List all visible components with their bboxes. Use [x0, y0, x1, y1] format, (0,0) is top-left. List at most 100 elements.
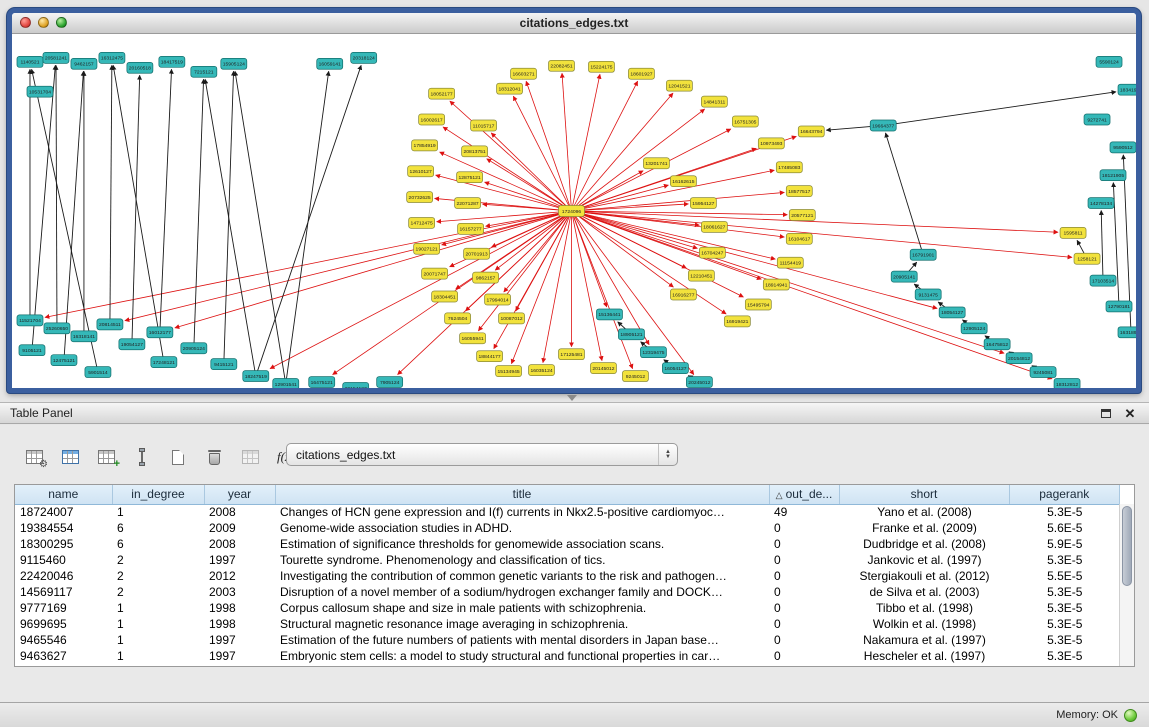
graph-node[interactable]: 20318124	[351, 52, 377, 63]
graph-node[interactable]: 16002617	[419, 114, 445, 125]
graph-node[interactable]: 11015717	[471, 120, 497, 131]
close-panel-button[interactable]: ✕	[1121, 405, 1139, 421]
table-cell[interactable]: 1997	[204, 648, 275, 664]
graph-node[interactable]: 19054127	[119, 339, 145, 350]
graph-edge[interactable]	[110, 65, 112, 324]
table-cell[interactable]: Estimation of significance thresholds fo…	[275, 536, 769, 552]
table-cell[interactable]: 5.9E-5	[1009, 536, 1120, 552]
table-cell[interactable]: Franke et al. (2009)	[839, 520, 1009, 536]
graph-node[interactable]: 16643794	[798, 126, 824, 137]
graph-node[interactable]: 25260650	[44, 323, 70, 334]
graph-node[interactable]: 17994014	[485, 294, 511, 305]
column-header-out_de[interactable]: △out_de...	[769, 485, 839, 504]
graph-node[interactable]: 20577121	[789, 210, 815, 221]
table-cell[interactable]: Hescheler et al. (1997)	[839, 648, 1009, 664]
graph-node[interactable]: 16059141	[317, 58, 343, 69]
delete-table-button[interactable]	[198, 443, 230, 471]
graph-node[interactable]: 18312041	[497, 83, 523, 94]
row-height-button[interactable]	[126, 443, 158, 471]
graph-edge[interactable]	[194, 79, 204, 348]
table-cell[interactable]: Wolkin et al. (1998)	[839, 616, 1009, 632]
float-panel-button[interactable]	[1097, 405, 1115, 421]
table-cell[interactable]: Yano et al. (2008)	[839, 504, 1009, 520]
graph-node[interactable]: 20581241	[43, 52, 69, 63]
table-row[interactable]: 2242004622012Investigating the contribut…	[15, 568, 1120, 584]
table-cell[interactable]: 19384554	[15, 520, 112, 536]
graph-node[interactable]: 18417519	[159, 56, 185, 67]
table-cell[interactable]: Jankovic et al. (1997)	[839, 552, 1009, 568]
table-cell[interactable]: 0	[769, 616, 839, 632]
panel-divider-handle[interactable]	[567, 395, 577, 401]
table-cell[interactable]: 1997	[204, 552, 275, 568]
graph-node[interactable]: 7215121	[191, 66, 217, 77]
table-cell[interactable]: 0	[769, 520, 839, 536]
graph-node[interactable]: 1724096	[559, 206, 585, 217]
graph-node[interactable]: 16054127	[662, 363, 688, 374]
graph-node[interactable]: 18312812	[1054, 379, 1080, 388]
graph-node[interactable]: 16162615	[670, 176, 696, 187]
graph-node[interactable]: 9131475	[915, 289, 941, 300]
graph-node[interactable]: 9590512	[1110, 142, 1136, 153]
table-cell[interactable]: 1	[112, 504, 204, 520]
graph-node[interactable]: 20071747	[422, 268, 448, 279]
graph-node[interactable]: 9462157	[71, 58, 97, 69]
graph-node[interactable]: 20732625	[407, 192, 433, 203]
graph-node[interactable]: 16318141	[71, 331, 97, 342]
graph-node[interactable]: 16919421	[724, 316, 750, 327]
show-columns-button[interactable]	[54, 443, 86, 471]
graph-edge[interactable]	[1101, 211, 1103, 281]
graph-edge[interactable]	[487, 159, 572, 211]
column-header-pagerank[interactable]: pagerank	[1009, 485, 1120, 504]
graph-node[interactable]: 12790181	[1106, 301, 1132, 312]
graph-edge[interactable]	[572, 211, 674, 287]
graph-node[interactable]: 18054127	[939, 307, 965, 318]
table-cell[interactable]: 0	[769, 552, 839, 568]
graph-node[interactable]: 14841311	[701, 96, 727, 107]
graph-node[interactable]: 15136441	[596, 309, 622, 320]
table-cell[interactable]: 2008	[204, 536, 275, 552]
graph-node[interactable]: 20813751	[462, 146, 488, 157]
graph-node[interactable]: 7905124	[377, 377, 403, 388]
table-cell[interactable]: 9699695	[15, 616, 112, 632]
graph-node[interactable]: 22071287	[455, 198, 481, 209]
graph-node[interactable]: 18844177	[477, 351, 503, 362]
table-cell[interactable]: 5.3E-5	[1009, 504, 1120, 520]
graph-node[interactable]: 16104617	[786, 233, 812, 244]
graph-edge[interactable]	[572, 192, 785, 211]
graph-node[interactable]: 16012177	[147, 327, 173, 338]
table-cell[interactable]: Changes of HCN gene expression and I(f) …	[275, 504, 769, 520]
graph-node[interactable]: 15495794	[745, 299, 771, 310]
graph-node[interactable]: 16603271	[511, 68, 537, 79]
graph-node[interactable]: 20905141	[891, 271, 917, 282]
graph-node[interactable]: 18601927	[628, 68, 654, 79]
table-cell[interactable]: Tourette syndrome. Phenomenology and cla…	[275, 552, 769, 568]
graph-node[interactable]: 19027121	[414, 243, 440, 254]
table-row[interactable]: 969969511998Structural magnetic resonanc…	[15, 616, 1120, 632]
graph-node[interactable]: 15134945	[496, 366, 522, 377]
table-cell[interactable]: Tibbo et al. (1998)	[839, 600, 1009, 616]
table-cell[interactable]: 18724007	[15, 504, 112, 520]
table-cell[interactable]: Disruption of a novel member of a sodium…	[275, 584, 769, 600]
table-cell[interactable]: 22420046	[15, 568, 112, 584]
table-cell[interactable]: 5.3E-5	[1009, 584, 1120, 600]
table-cell[interactable]: 1	[112, 616, 204, 632]
graph-edge[interactable]	[32, 65, 55, 350]
network-canvas[interactable]: 1724096180521771600261717854919126101272…	[12, 34, 1136, 388]
graph-node[interactable]: 12875121	[457, 172, 483, 183]
graph-edge[interactable]	[562, 73, 571, 211]
graph-node[interactable]: 18914941	[763, 279, 789, 290]
zoom-window-button[interactable]	[56, 17, 67, 28]
graph-node[interactable]: 14278134	[1088, 198, 1114, 209]
column-header-title[interactable]: title	[275, 485, 769, 504]
graph-node[interactable]: 20154127	[343, 383, 369, 388]
graph-edge[interactable]	[504, 211, 572, 292]
graph-node[interactable]: 9245012	[622, 371, 648, 382]
graph-edge[interactable]	[572, 74, 600, 211]
table-cell[interactable]: 5.6E-5	[1009, 520, 1120, 536]
graph-node[interactable]: 16475812	[984, 339, 1010, 350]
graph-edge[interactable]	[205, 79, 256, 376]
table-scrollbar[interactable]	[1119, 504, 1134, 666]
graph-node[interactable]: 17125481	[559, 349, 585, 360]
table-cell[interactable]: 5.3E-5	[1009, 632, 1120, 648]
graph-edge[interactable]	[235, 71, 286, 384]
